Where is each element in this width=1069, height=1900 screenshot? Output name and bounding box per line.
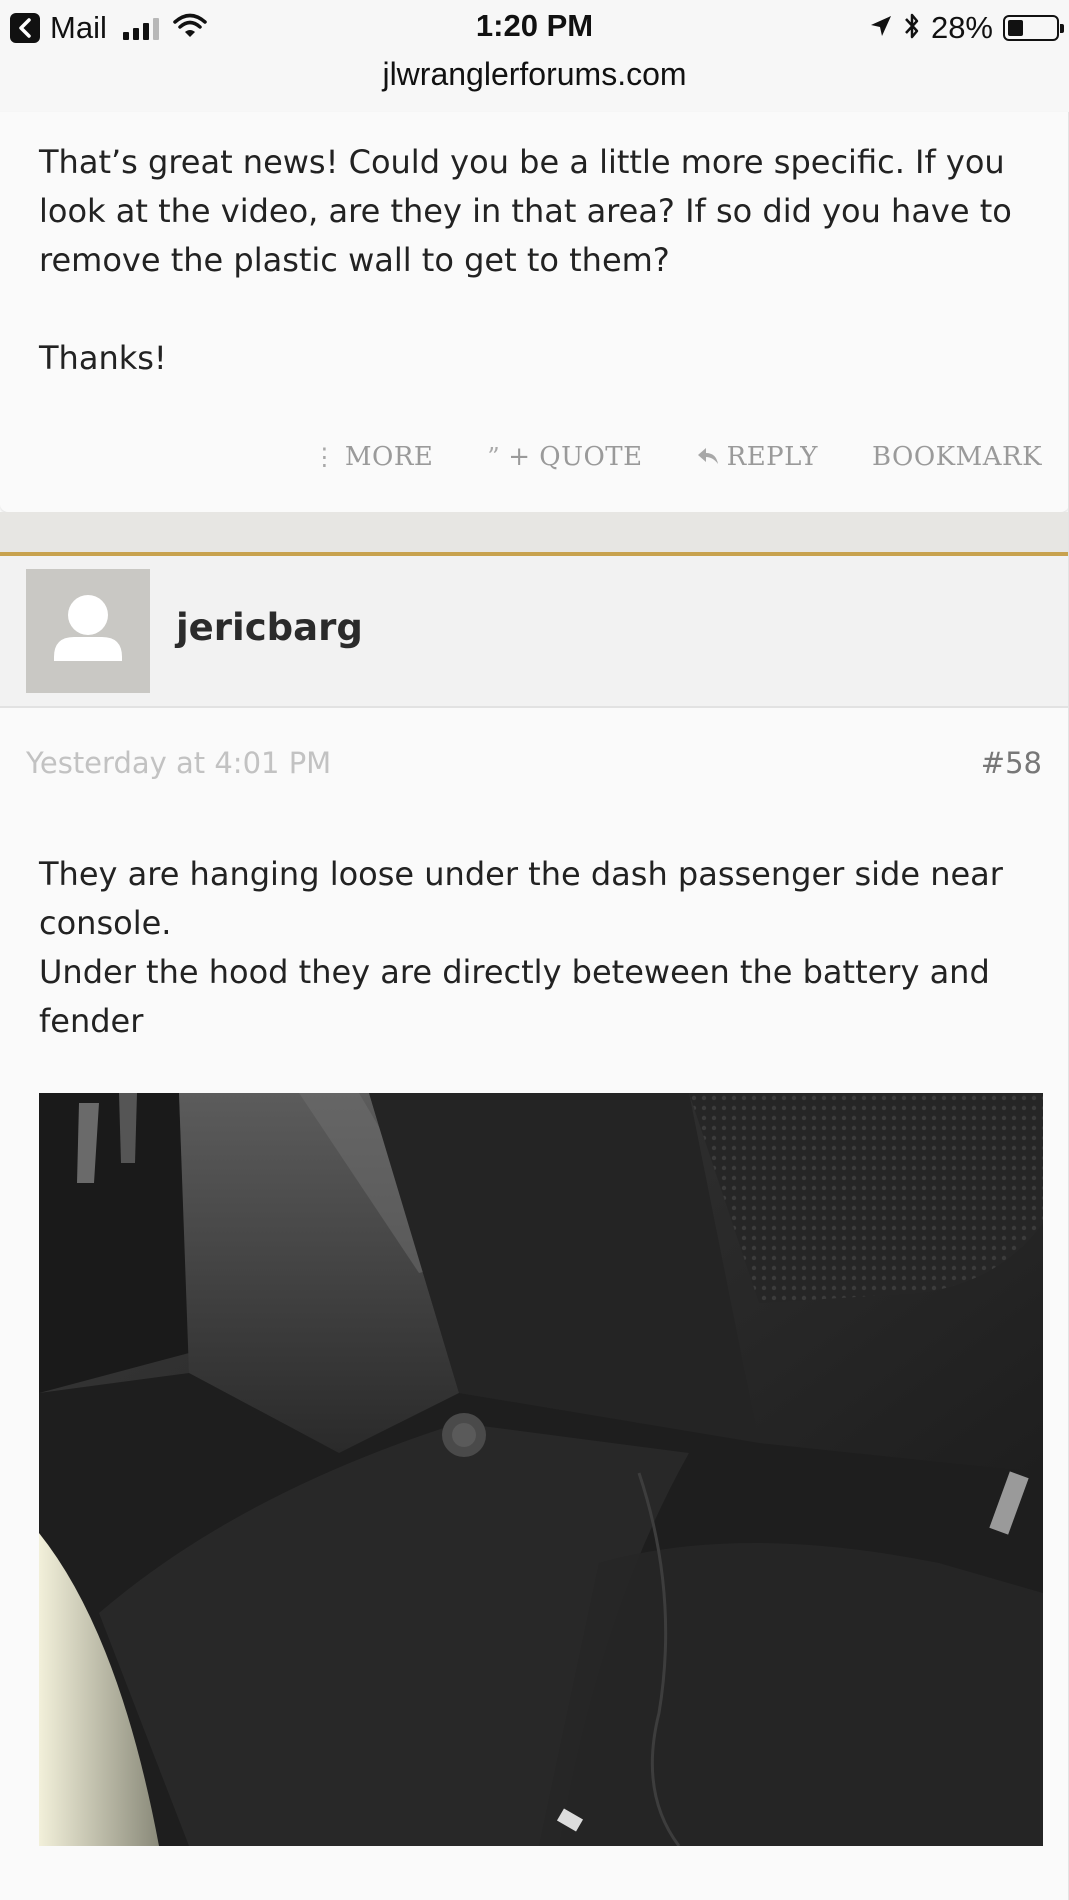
post-actions: ⋮ MORE ” + QUOTE REPLY BOOKMARK (312, 432, 1042, 482)
post-separator (0, 512, 1069, 552)
post-timestamp[interactable]: Yesterday at 4:01 PM (26, 746, 331, 780)
more-icon: ⋮ (312, 443, 337, 471)
bookmark-button[interactable]: BOOKMARK (872, 442, 1042, 472)
attached-photo[interactable] (39, 1093, 1043, 1846)
avatar[interactable] (26, 569, 150, 693)
quote-label: + QUOTE (508, 442, 643, 472)
quote-icon: ” (487, 443, 501, 471)
more-button[interactable]: ⋮ MORE (312, 442, 433, 472)
post-number[interactable]: #58 (981, 746, 1042, 780)
post-body: They are hanging loose under the dash pa… (39, 850, 1039, 1046)
bluetooth-icon (903, 11, 921, 45)
post-paragraph: Thanks! (39, 339, 167, 377)
car-floor-photo-icon (39, 1093, 1043, 1846)
post-user-header: jericbarg (0, 556, 1069, 708)
battery-percent: 28% (930, 10, 993, 45)
quote-button[interactable]: ” + QUOTE (487, 442, 642, 472)
battery-icon (1003, 15, 1064, 41)
reply-label: REPLY (726, 442, 818, 472)
status-right: 28% (869, 8, 1064, 48)
bookmark-label: BOOKMARK (871, 442, 1042, 472)
location-icon (869, 14, 893, 42)
post-line: They are hanging loose under the dash pa… (39, 855, 1003, 942)
status-bar: Mail 1:20 PM 28% jlwranglerforums.com (0, 0, 1069, 113)
more-label: MORE (344, 442, 434, 472)
username-link[interactable]: jericbarg (176, 606, 363, 649)
forum-post: Yesterday at 4:01 PM #58 They are hangin… (0, 708, 1069, 1900)
previous-post-body: That’s great news! Could you be a little… (39, 138, 1039, 432)
url-bar[interactable]: jlwranglerforums.com (0, 56, 1069, 93)
post-paragraph: That’s great news! Could you be a little… (39, 143, 1012, 279)
reply-icon (697, 443, 719, 471)
post-line: Under the hood they are directly betewee… (39, 953, 990, 1040)
reply-button[interactable]: REPLY (697, 442, 818, 472)
previous-post: That’s great news! Could you be a little… (0, 112, 1069, 512)
default-user-icon (54, 595, 122, 661)
